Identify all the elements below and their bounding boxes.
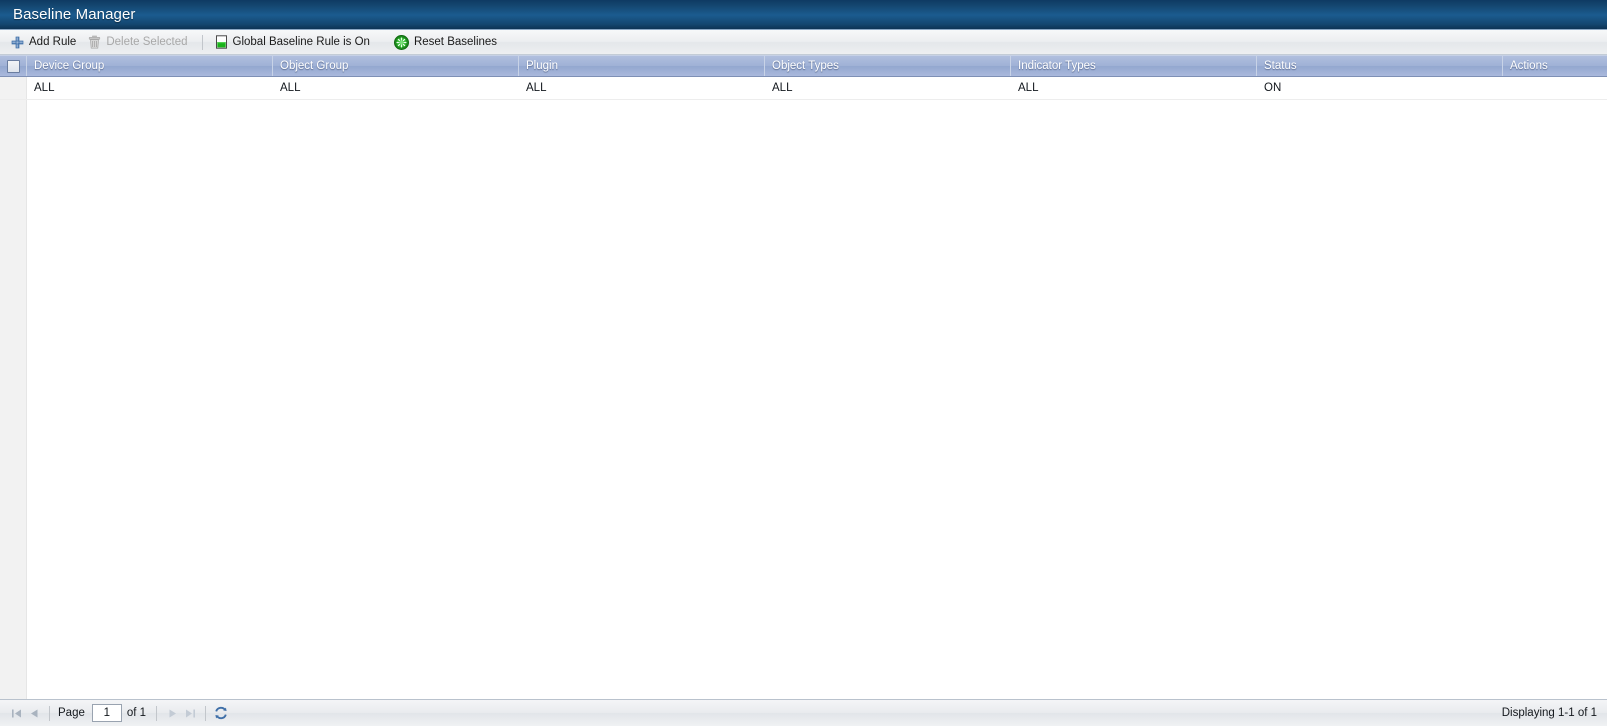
cell-status: ON: [1257, 77, 1503, 99]
column-header-actions[interactable]: Actions: [1503, 56, 1607, 76]
cell-value: ALL: [280, 82, 301, 94]
delete-selected-label: Delete Selected: [106, 36, 188, 48]
column-header-select-all[interactable]: [0, 56, 27, 76]
page-total-label: of 1: [126, 707, 147, 719]
column-header-label: Plugin: [526, 60, 558, 72]
previous-page-button[interactable]: [25, 704, 43, 722]
column-header-object-group[interactable]: Object Group: [273, 56, 519, 76]
column-header-label: Device Group: [34, 60, 105, 72]
first-page-button[interactable]: [7, 704, 25, 722]
grid-header-row: Device Group Object Group Plugin Object …: [0, 55, 1607, 77]
add-rule-button[interactable]: Add Rule: [6, 32, 83, 53]
refresh-button[interactable]: [212, 704, 230, 722]
column-header-label: Object Group: [280, 60, 349, 72]
column-header-label: Status: [1264, 60, 1297, 72]
cell-value: ALL: [34, 82, 55, 94]
pager-separator-refresh: [205, 705, 207, 721]
column-header-status[interactable]: Status: [1257, 56, 1503, 76]
global-baseline-rule-label: Global Baseline Rule is On: [232, 36, 370, 48]
last-page-button[interactable]: [181, 704, 199, 722]
grid-body: ALL ALL ALL ALL ALL ON: [0, 77, 1607, 699]
column-header-label: Actions: [1510, 60, 1548, 72]
table-row[interactable]: ALL ALL ALL ALL ALL ON: [0, 77, 1607, 100]
green-refresh-burst-icon: [393, 34, 409, 50]
page-label: Page: [58, 707, 85, 719]
cell-value: ON: [1264, 82, 1282, 94]
select-all-checkbox[interactable]: [6, 59, 20, 73]
cell-indicator-types: ALL: [1011, 77, 1257, 99]
trash-icon: [88, 35, 101, 49]
displaying-count-label: Displaying 1-1 of 1: [1501, 707, 1597, 719]
column-header-indicator-types[interactable]: Indicator Types: [1011, 56, 1257, 76]
toggle-on-green-icon: [215, 35, 228, 49]
column-header-label: Indicator Types: [1018, 60, 1096, 72]
cell-value: ALL: [1018, 82, 1039, 94]
last-page-icon: [185, 708, 196, 719]
page-number-input[interactable]: [91, 704, 122, 722]
row-select-cell[interactable]: [0, 77, 27, 99]
next-page-button[interactable]: [163, 704, 181, 722]
cell-value: ALL: [772, 82, 793, 94]
refresh-icon: [214, 706, 228, 720]
toolbar-separator: [201, 34, 203, 50]
delete-selected-button[interactable]: Delete Selected: [83, 32, 194, 53]
window-title-bar: Baseline Manager: [0, 0, 1607, 30]
cell-object-types: ALL: [765, 77, 1011, 99]
column-header-object-types[interactable]: Object Types: [765, 56, 1011, 76]
reset-baselines-button[interactable]: Reset Baselines: [389, 32, 504, 53]
column-header-label: Object Types: [772, 60, 839, 72]
checkbox-column-background: [0, 77, 27, 699]
pager-separator-left: [49, 705, 50, 721]
reset-baselines-label: Reset Baselines: [413, 36, 498, 48]
first-page-icon: [11, 708, 22, 719]
cell-actions[interactable]: [1503, 77, 1607, 99]
next-page-icon: [167, 708, 178, 719]
plus-icon: [11, 36, 24, 49]
cell-object-group: ALL: [273, 77, 519, 99]
pager-separator-right: [156, 705, 158, 721]
pagination-bar: Page of 1: [0, 699, 1607, 726]
cell-device-group: ALL: [27, 77, 273, 99]
prev-page-icon: [29, 708, 40, 719]
global-baseline-rule-toggle[interactable]: Global Baseline Rule is On: [210, 32, 377, 53]
baseline-manager-window: Baseline Manager Add Rule Delete Selecte…: [0, 0, 1607, 726]
cell-plugin: ALL: [519, 77, 765, 99]
page-title: Baseline Manager: [13, 6, 136, 23]
toolbar: Add Rule Delete Selected Global Baseline…: [0, 30, 1607, 55]
add-rule-label: Add Rule: [29, 36, 77, 48]
column-header-device-group[interactable]: Device Group: [27, 56, 273, 76]
cell-value: ALL: [526, 82, 547, 94]
column-header-plugin[interactable]: Plugin: [519, 56, 765, 76]
